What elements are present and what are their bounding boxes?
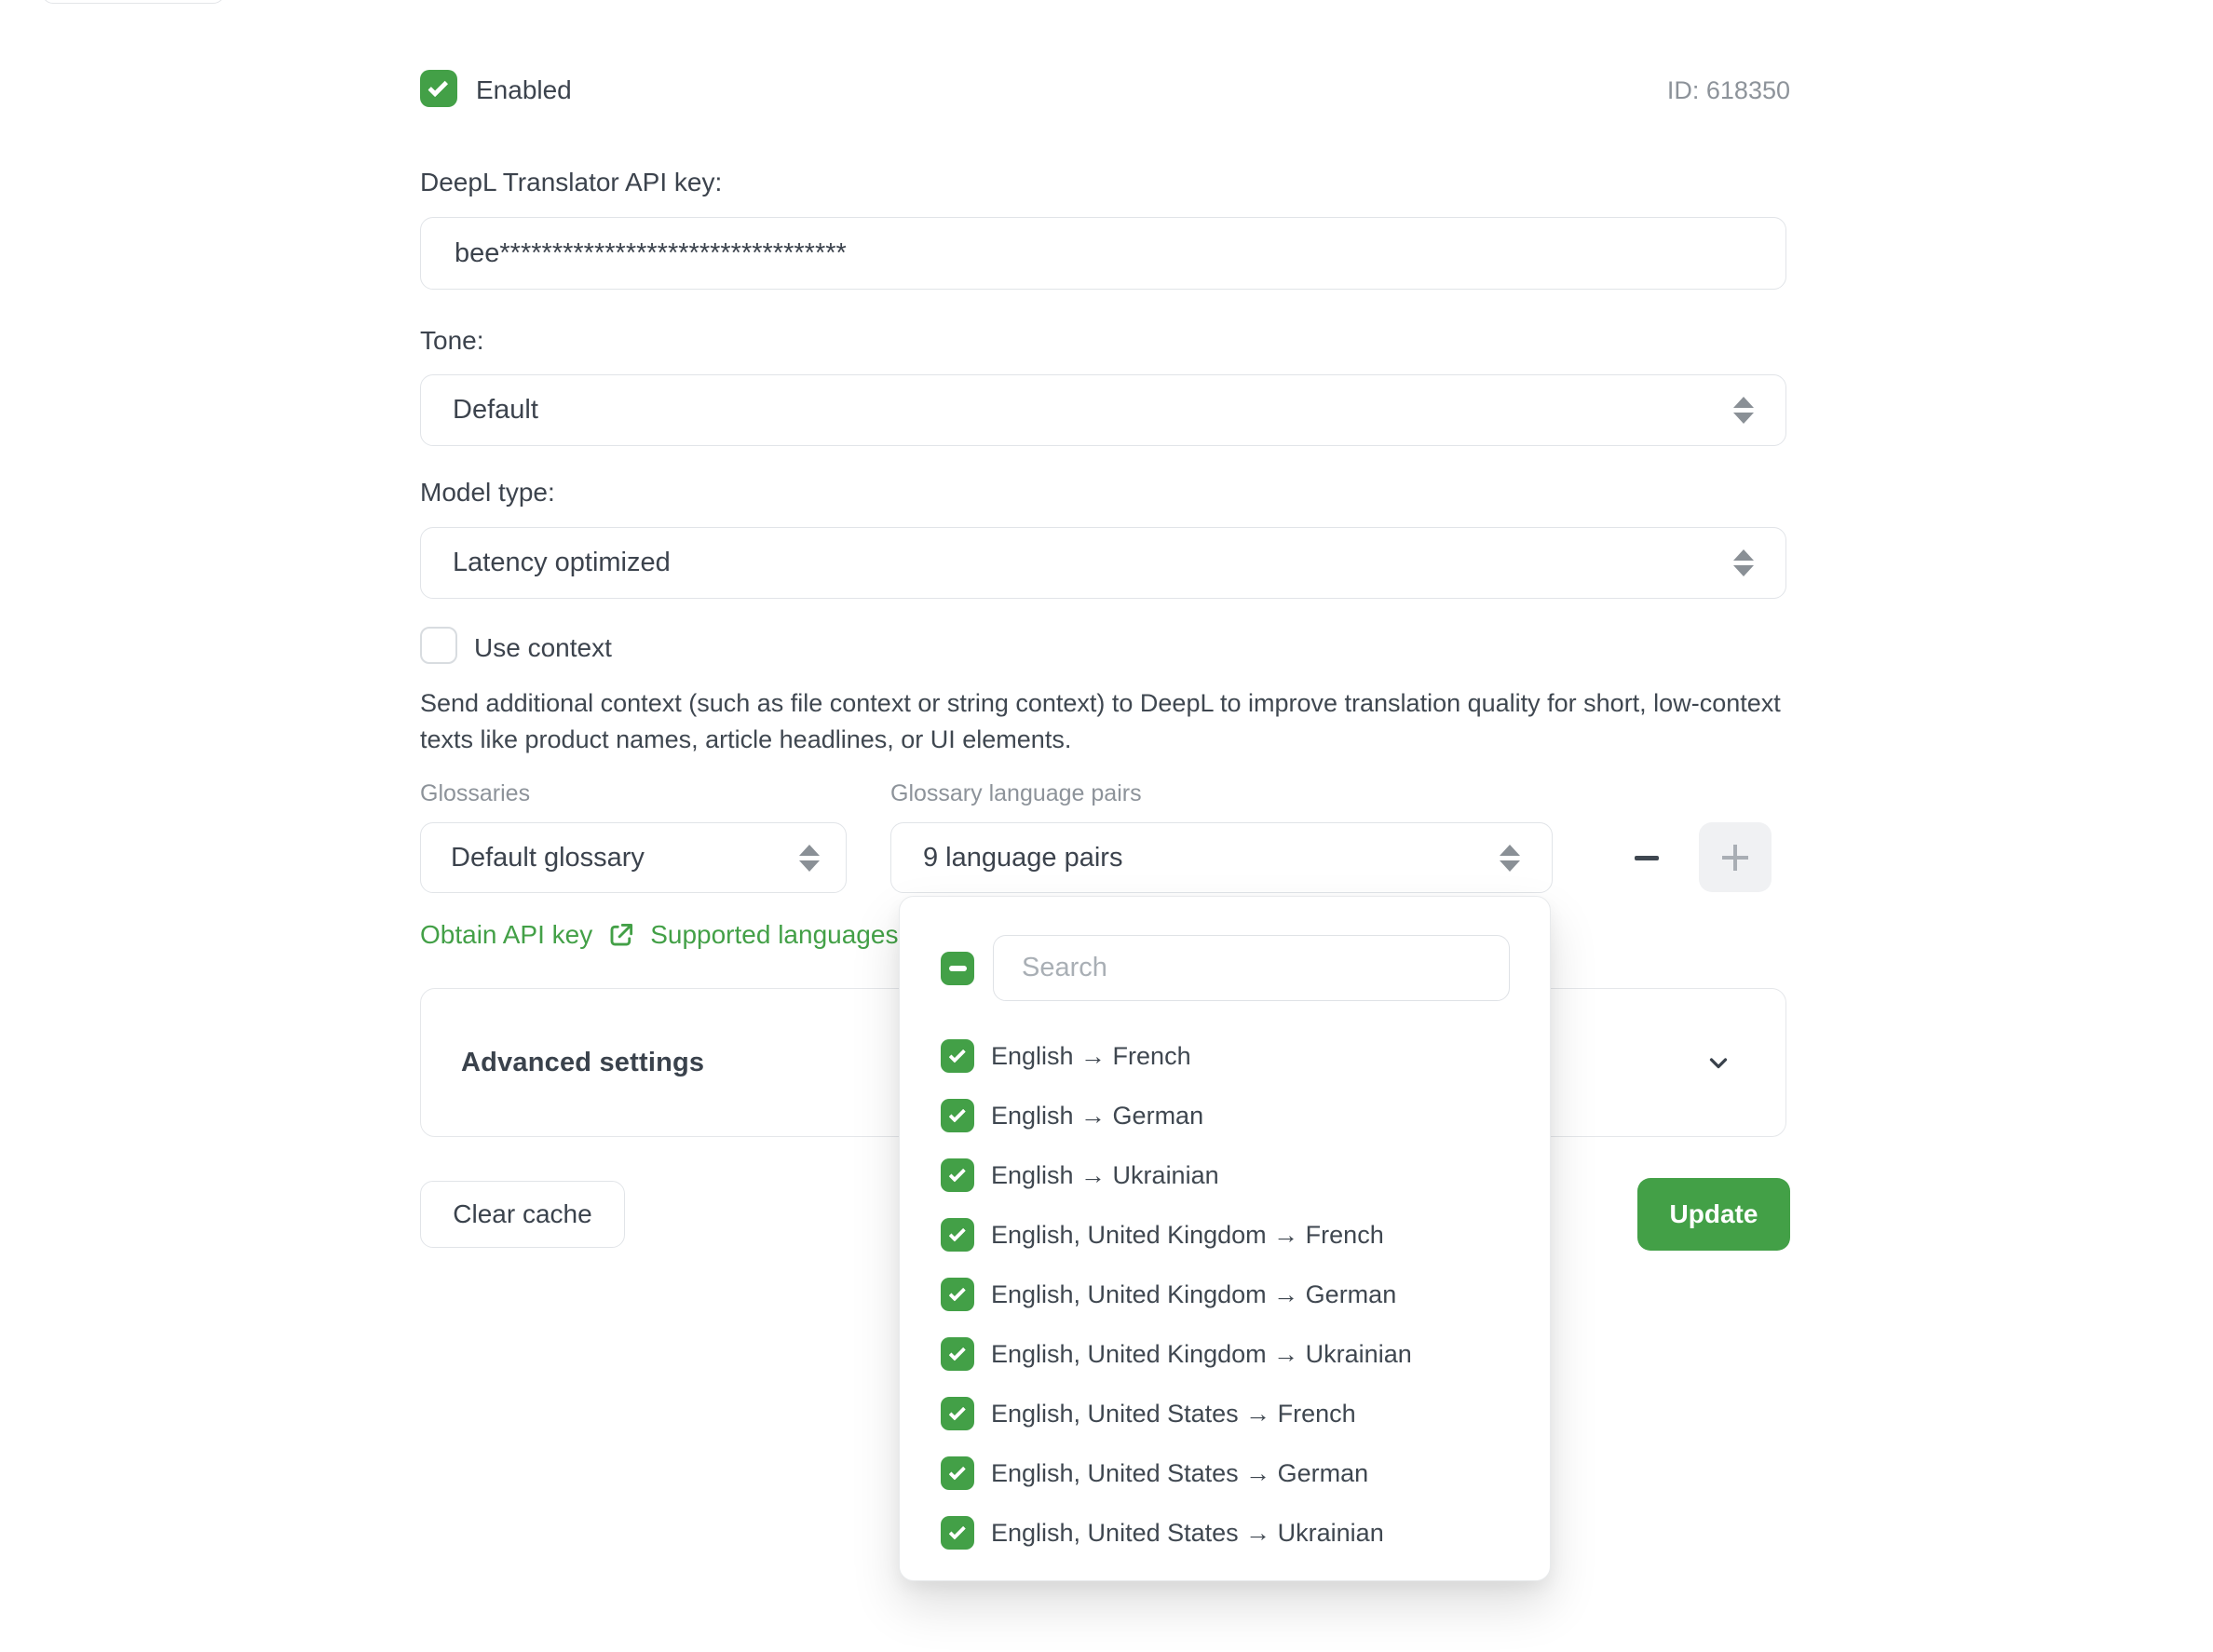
language-pairs-select-value: 9 language pairs <box>923 843 1122 873</box>
glossary-select[interactable]: Default glossary <box>420 822 847 893</box>
api-key-input[interactable] <box>420 217 1786 290</box>
pair-checkbox[interactable] <box>941 1397 974 1430</box>
glossaries-label: Glossaries <box>420 780 530 807</box>
use-context-description: Send additional context (such as file co… <box>420 685 1810 758</box>
indeterminate-minus-icon <box>949 966 967 971</box>
model-type-select-value: Latency optimized <box>453 548 671 578</box>
select-caret-icon <box>1500 845 1520 872</box>
check-icon <box>948 1403 965 1420</box>
tone-label: Tone: <box>420 326 484 356</box>
api-key-label: DeepL Translator API key: <box>420 168 722 197</box>
dropdown-search-input[interactable] <box>993 935 1510 1001</box>
tone-select-value: Default <box>453 395 538 426</box>
language-pair-option[interactable]: English, United Kingdom → German <box>900 1265 1550 1324</box>
model-type-select[interactable]: Latency optimized <box>420 527 1786 599</box>
language-pairs-dropdown: English → French English → German Englis… <box>899 896 1551 1581</box>
plus-icon <box>1722 845 1748 871</box>
pair-checkbox[interactable] <box>941 1158 974 1192</box>
pair-checkbox[interactable] <box>941 1278 974 1311</box>
language-pair-option[interactable]: English, United Kingdom → Ukrainian <box>900 1324 1550 1384</box>
tone-select[interactable]: Default <box>420 374 1786 446</box>
advanced-settings-title: Advanced settings <box>461 1048 704 1078</box>
check-icon <box>948 1344 965 1361</box>
select-caret-icon <box>1733 397 1754 424</box>
pair-checkbox[interactable] <box>941 1218 974 1252</box>
deepl-integration-settings-page: Enabled ID: 618350 DeepL Translator API … <box>0 0 2213 1652</box>
check-icon <box>948 1165 965 1182</box>
model-type-label: Model type: <box>420 478 555 508</box>
clipped-top-element <box>42 0 224 4</box>
glossary-pairs-label: Glossary language pairs <box>890 780 1142 807</box>
language-pair-option[interactable]: English → Ukrainian <box>900 1145 1550 1205</box>
enabled-label: Enabled <box>476 75 572 105</box>
check-icon <box>948 1463 965 1480</box>
language-pair-option[interactable]: English, United States → Ukrainian <box>900 1503 1550 1563</box>
pair-checkbox[interactable] <box>941 1337 974 1371</box>
check-icon <box>948 1105 965 1122</box>
select-all-checkbox[interactable] <box>941 952 974 985</box>
clear-cache-button[interactable]: Clear cache <box>420 1181 625 1248</box>
use-context-label: Use context <box>474 633 612 663</box>
chevron-down-icon <box>1702 1046 1735 1079</box>
language-pair-option[interactable]: English → French <box>900 1026 1550 1086</box>
check-icon <box>428 76 448 97</box>
pair-checkbox[interactable] <box>941 1516 974 1550</box>
pair-checkbox[interactable] <box>941 1039 974 1073</box>
pair-checkbox[interactable] <box>941 1456 974 1490</box>
use-context-checkbox[interactable] <box>420 627 457 664</box>
language-pair-option[interactable]: English, United Kingdom → French <box>900 1205 1550 1265</box>
check-icon <box>948 1523 965 1539</box>
language-pair-option[interactable]: English → German <box>900 1086 1550 1145</box>
obtain-api-key-link[interactable]: Obtain API key <box>420 920 592 950</box>
glossary-select-value: Default glossary <box>451 843 645 873</box>
language-pair-option[interactable]: English, United States → French <box>900 1384 1550 1443</box>
language-pair-option[interactable]: English, United States → German <box>900 1443 1550 1503</box>
check-icon <box>948 1284 965 1301</box>
integration-id: ID: 618350 <box>1667 76 1790 105</box>
select-caret-icon <box>1733 549 1754 576</box>
add-glossary-button[interactable] <box>1699 822 1772 892</box>
enabled-checkbox[interactable] <box>420 70 457 107</box>
select-caret-icon <box>799 845 820 872</box>
check-icon <box>948 1046 965 1063</box>
language-pairs-list: English → French English → German Englis… <box>900 1026 1550 1563</box>
supported-languages-link[interactable]: Supported languages <box>650 920 898 950</box>
minus-icon <box>1635 856 1659 860</box>
remove-glossary-button[interactable] <box>1621 823 1673 892</box>
external-link-icon <box>607 921 635 949</box>
check-icon <box>948 1225 965 1241</box>
pair-checkbox[interactable] <box>941 1099 974 1132</box>
update-button[interactable]: Update <box>1637 1178 1790 1251</box>
language-pairs-select[interactable]: 9 language pairs <box>890 822 1553 893</box>
